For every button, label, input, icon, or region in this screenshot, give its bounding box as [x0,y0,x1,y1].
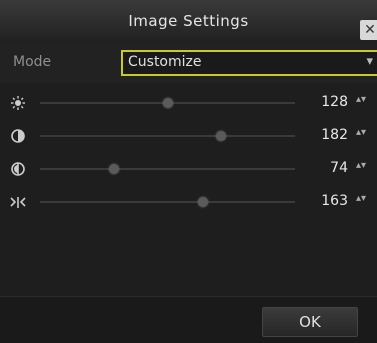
contrast-spinner-icon[interactable]: ▴▾ [356,128,366,138]
contrast-icon [11,129,25,143]
hue-value[interactable]: 163 [300,193,348,209]
slider-row-brightness: 128 ▴▾ [0,88,377,118]
mode-select[interactable]: Customize ▾ [121,50,377,76]
slider-row-saturation: 74 ▴▾ [0,154,377,184]
contrast-slider-thumb[interactable] [216,131,227,141]
dialog-footer: OK [0,297,377,343]
slider-row-contrast: 182 ▴▾ [0,121,377,151]
brightness-spinner-icon[interactable]: ▴▾ [356,95,366,105]
saturation-spinner-icon[interactable]: ▴▾ [356,161,366,171]
hue-icon [10,197,26,208]
ok-button[interactable]: OK [262,307,358,337]
contrast-value[interactable]: 182 [300,127,348,143]
brightness-value[interactable]: 128 [300,94,348,110]
mode-value: Customize [128,54,202,70]
slider-row-hue: 163 ▴▾ [0,187,377,217]
hue-slider-track[interactable] [40,201,295,203]
saturation-slider-thumb[interactable] [108,164,119,174]
image-settings-dialog: Image Settings ✕ Mode Customize ▾ 128 ▴▾… [0,0,377,343]
hue-slider-thumb[interactable] [198,197,209,207]
chevron-down-icon: ▾ [366,54,373,69]
brightness-slider-thumb[interactable] [162,98,173,108]
dialog-title: Image Settings [128,12,249,30]
title-bar: Image Settings ✕ [0,0,377,43]
close-button[interactable]: ✕ [360,20,377,40]
saturation-value[interactable]: 74 [300,160,348,176]
saturation-slider-track[interactable] [40,168,295,170]
mode-label: Mode [13,54,52,70]
saturation-icon [11,162,25,176]
contrast-slider-track[interactable] [40,135,295,137]
close-icon: ✕ [364,22,376,38]
mode-row: Mode Customize ▾ [0,43,377,83]
hue-spinner-icon[interactable]: ▴▾ [356,194,366,204]
brightness-icon [11,96,25,110]
